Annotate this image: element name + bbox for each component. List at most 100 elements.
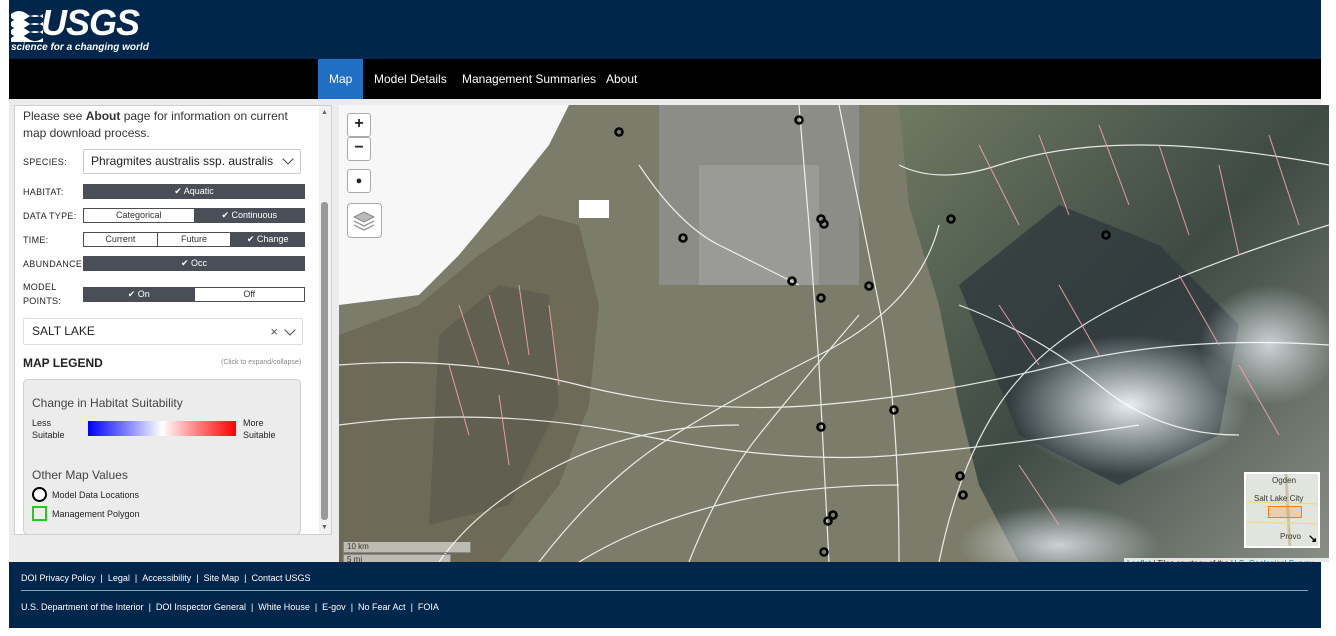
legend-hint[interactable]: (Click to expand/collapse): [221, 359, 301, 366]
footer-link-accessibility[interactable]: Accessibility: [142, 573, 191, 583]
zoom-out-button[interactable]: −: [347, 137, 371, 161]
footer-links-row-1: DOI Privacy Policy | Legal | Accessibility | S…: [21, 573, 311, 583]
model-point: [958, 490, 968, 500]
nav-management-summaries[interactable]: Management Summaries: [451, 59, 607, 99]
legend-less-label: Less Suitable: [32, 417, 65, 441]
legend-change-heading: Change in Habitat Suitability: [32, 396, 183, 410]
footer-separator: |: [314, 602, 318, 612]
model-point: [819, 547, 829, 557]
minimap-label-slc: Salt Lake City: [1254, 494, 1304, 503]
datatype-categorical-button[interactable]: Categorical: [84, 209, 195, 222]
footer-separator: |: [244, 573, 247, 583]
usgs-wave-icon: [11, 11, 43, 42]
datatype-toggle: Categorical ✔ Continuous: [83, 208, 305, 223]
suitability-gradient: [88, 421, 236, 436]
time-current-button[interactable]: Current: [84, 233, 158, 246]
abundance-occ-button[interactable]: ✔ Occ: [84, 257, 304, 270]
footer-link-egov[interactable]: E-gov: [322, 602, 346, 612]
nav-model-details[interactable]: Model Details: [363, 59, 458, 99]
time-change-button[interactable]: ✔ Change: [231, 233, 305, 246]
model-point: [678, 233, 688, 243]
about-link-text[interactable]: About: [86, 109, 121, 123]
footer-separator: |: [100, 573, 103, 583]
footer-separator: |: [148, 602, 151, 612]
panel-scrollbar[interactable]: ▲ ▼: [319, 106, 331, 534]
modelpoints-off-button[interactable]: Off: [194, 288, 304, 301]
layers-button[interactable]: [347, 203, 382, 238]
county-value: SALT LAKE: [32, 324, 95, 338]
legend-more-label: More Suitable: [243, 417, 276, 441]
management-polygon-square-icon: [32, 506, 47, 521]
footer-separator: |: [134, 573, 138, 583]
legend-management-polygon: Management Polygon: [52, 509, 140, 519]
less-line-1: Less: [32, 418, 52, 428]
minimap-label-provo: Provo: [1280, 532, 1301, 541]
time-toggle: Current Future ✔ Change: [83, 232, 305, 247]
minimap-viewport[interactable]: [1268, 506, 1302, 518]
logo-tagline: science for a changing world: [11, 42, 149, 53]
intro-text: Please see About page for information on…: [23, 108, 308, 142]
habitat-toggle: ✔ Aquatic: [83, 184, 305, 199]
habitat-aquatic-button[interactable]: ✔ Aquatic: [84, 185, 304, 198]
usgs-logo[interactable]: USGS science for a changing world: [11, 2, 151, 54]
model-points-layer: [614, 115, 1111, 557]
datatype-continuous-button[interactable]: ✔ Continuous: [194, 209, 304, 222]
footer-link-privacy[interactable]: DOI Privacy Policy: [21, 573, 96, 583]
nav-about[interactable]: About: [595, 59, 648, 99]
legend-title[interactable]: MAP LEGEND: [23, 356, 103, 370]
model-point: [889, 405, 899, 415]
abundance-toggle: ✔ Occ: [83, 256, 305, 271]
more-line-2: Suitable: [243, 430, 276, 440]
footer-separator: |: [410, 602, 413, 612]
model-point: [1101, 230, 1111, 240]
zoom-in-button[interactable]: +: [347, 113, 371, 137]
logo-wordmark: USGS: [41, 2, 140, 43]
footer-link-legal[interactable]: Legal: [108, 573, 130, 583]
footer-link-sitemap[interactable]: Site Map: [204, 573, 240, 583]
footer-link-inspector[interactable]: DOI Inspector General: [156, 602, 246, 612]
model-point: [819, 219, 829, 229]
footer-separator: |: [250, 602, 254, 612]
minimap-label-ogden: Ogden: [1272, 476, 1297, 485]
scroll-down-icon[interactable]: ▼: [321, 524, 328, 531]
footer-separator: |: [196, 573, 199, 583]
footer-link-nofear[interactable]: No Fear Act: [358, 602, 406, 612]
site-footer: DOI Privacy Policy | Legal | Accessibility | S…: [9, 562, 1321, 628]
locate-button[interactable]: ●: [347, 169, 371, 193]
globe-icon: ●: [355, 175, 363, 187]
modelpoints-label-1: MODEL: [23, 282, 57, 292]
model-point: [816, 422, 826, 432]
map-view[interactable]: + − ● 10 km 5 mi Ogden Salt Lake City Pr…: [339, 105, 1329, 562]
time-future-button[interactable]: Future: [157, 233, 232, 246]
footer-divider: [21, 590, 1308, 591]
chevron-down-icon: [284, 324, 296, 336]
footer-link-contact[interactable]: Contact USGS: [251, 573, 310, 583]
control-panel: Please see About page for information on…: [14, 105, 332, 535]
minimap-toggle-icon[interactable]: ↘: [1308, 532, 1317, 545]
legend-other-heading: Other Map Values: [32, 468, 128, 482]
clear-icon[interactable]: ×: [270, 319, 278, 344]
model-point: [864, 281, 874, 291]
model-point: [946, 214, 956, 224]
scale-bar-mi: 5 mi: [343, 554, 451, 562]
minimap[interactable]: Ogden Salt Lake City Provo ↘: [1244, 472, 1320, 548]
species-value: Phragmites australis ssp. australis: [91, 154, 274, 168]
main-nav: Map Model Details Management Summaries A…: [9, 59, 1321, 99]
scroll-thumb[interactable]: [321, 202, 328, 520]
time-label: TIME:: [23, 235, 49, 245]
chevron-down-icon: [282, 153, 294, 165]
footer-link-doi[interactable]: U.S. Department of the Interior: [21, 602, 144, 612]
footer-separator: |: [350, 602, 354, 612]
species-select[interactable]: Phragmites australis ssp. australis: [83, 149, 301, 174]
model-point: [614, 127, 624, 137]
county-select[interactable]: SALT LAKE ×: [23, 318, 303, 345]
page-frame: USGS science for a changing world Map Mo…: [9, 0, 1329, 628]
nav-map[interactable]: Map: [318, 59, 364, 99]
scale-bar-km: 10 km: [343, 542, 471, 553]
scroll-up-icon[interactable]: ▲: [321, 109, 328, 116]
modelpoints-on-button[interactable]: ✔ On: [84, 288, 195, 301]
model-point: [794, 115, 804, 125]
footer-link-whitehouse[interactable]: White House: [258, 602, 310, 612]
footer-link-foia[interactable]: FOIA: [418, 602, 439, 612]
model-point: [816, 293, 826, 303]
